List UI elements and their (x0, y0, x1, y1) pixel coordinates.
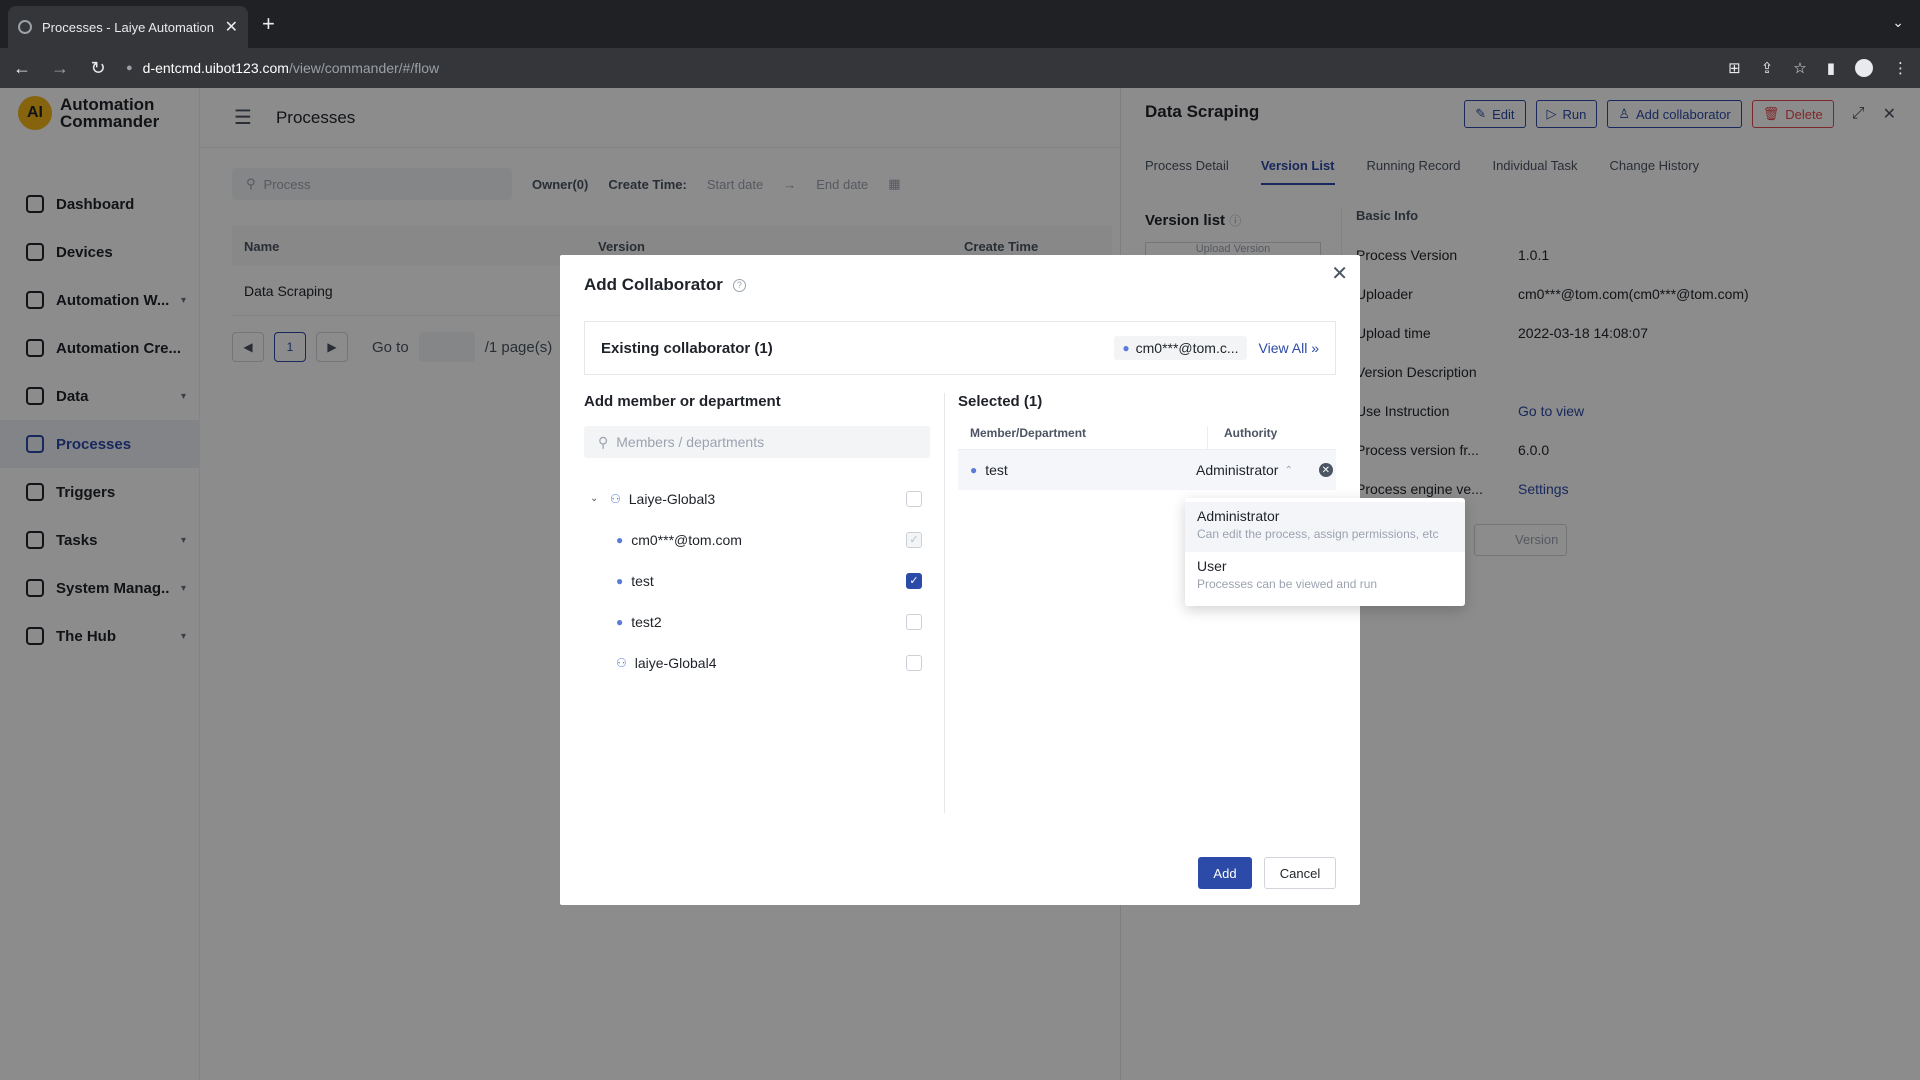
user-icon: ● (970, 463, 978, 477)
authority-select[interactable]: Administrator ⌃ ✕ (1196, 462, 1336, 478)
lock-icon: ● (126, 62, 133, 74)
existing-collaborator-label: Existing collaborator (1) (601, 339, 773, 357)
translate-icon[interactable]: ⊞ (1728, 59, 1741, 77)
remove-selected-icon[interactable]: ✕ (1318, 463, 1333, 477)
column-authority: Authority (1224, 426, 1278, 440)
cancel-button[interactable]: Cancel (1264, 857, 1336, 889)
view-all-link[interactable]: View All » (1259, 340, 1319, 356)
tree-node-label: test (631, 572, 654, 589)
tree-node-label: cm0***@tom.com (631, 531, 742, 548)
url-host: d-entcmd.uibot123.com (142, 60, 289, 76)
chevron-down-icon[interactable]: ⌄ (590, 493, 602, 504)
selected-pane: Selected (1) Member/Department Authority… (958, 393, 1336, 490)
member-search-placeholder: Members / departments (616, 434, 765, 450)
authority-option-user[interactable]: User Processes can be viewed and run (1185, 552, 1465, 602)
option-title: Administrator (1197, 508, 1280, 524)
add-member-title: Add member or department (584, 393, 781, 410)
column-member-department: Member/Department (958, 426, 1208, 449)
search-icon: ⚲ (598, 433, 609, 450)
checkbox[interactable] (906, 490, 922, 507)
tab-favicon-icon (18, 20, 32, 34)
user-icon: ● (616, 614, 624, 629)
browser-tabbar: Processes - Laiye Automation C ✕ + ⌄ (0, 0, 1920, 48)
checkbox[interactable]: ✓ (906, 572, 922, 589)
modal-title: Add Collaborator ? (584, 275, 746, 295)
tree-node[interactable]: ● test2 (584, 601, 930, 642)
add-button[interactable]: Add (1198, 857, 1252, 889)
user-icon: ● (616, 532, 624, 547)
authority-dropdown: Administrator Can edit the process, assi… (1185, 498, 1465, 606)
url-field[interactable]: ● d-entcmd.uibot123.com/view/commander/#… (126, 53, 1710, 83)
share-icon[interactable]: ⇪ (1761, 59, 1774, 77)
bookmark-star-icon[interactable]: ☆ (1793, 59, 1806, 77)
option-description: Processes can be viewed and run (1197, 577, 1378, 591)
tab-close-icon[interactable]: ✕ (225, 17, 238, 37)
url-path: /view/commander/#/flow (288, 60, 440, 76)
tree-node-label: laiye-Global4 (634, 654, 717, 671)
reload-icon[interactable]: ↻ (88, 58, 108, 79)
new-tab-icon[interactable]: + (262, 12, 275, 36)
question-icon[interactable]: ? (732, 278, 746, 292)
user-icon: ● (616, 573, 624, 588)
modal-title-text: Add Collaborator (584, 275, 723, 294)
selected-title: Selected (1) (958, 393, 1043, 410)
browser-tab[interactable]: Processes - Laiye Automation C ✕ (8, 6, 248, 48)
existing-collaborator-chip: ● cm0***@tom.c... (1114, 336, 1247, 360)
side-panel-icon[interactable]: ▮ (1827, 59, 1835, 77)
member-tree: ⌄ ⚇ Laiye-Global3 ● cm0***@tom.com ✓ ● test ✓ ● te… (584, 478, 930, 683)
authority-option-administrator[interactable]: Administrator Can edit the process, assi… (1185, 502, 1465, 552)
department-icon: ⚇ (616, 655, 627, 670)
chevron-up-icon: ⌃ (1284, 464, 1293, 476)
checkbox[interactable] (906, 613, 922, 630)
close-icon[interactable]: ✕ (1331, 261, 1348, 286)
tree-node[interactable]: ● cm0***@tom.com ✓ (584, 519, 930, 560)
tree-node-label: Laiye-Global3 (628, 490, 716, 507)
profile-avatar[interactable] (1855, 59, 1873, 77)
add-member-pane: Add member or department ⚲ Members / dep… (584, 393, 930, 813)
pane-divider (944, 393, 945, 813)
forward-icon[interactable]: → (50, 58, 70, 79)
tab-search-chevron-icon[interactable]: ⌄ (1892, 14, 1904, 31)
view-all-label: View All (1258, 340, 1308, 356)
address-bar: ← → ↻ ● d-entcmd.uibot123.com/view/comma… (0, 48, 1920, 88)
option-title: User (1197, 558, 1227, 574)
modal-footer: Add Cancel (1198, 857, 1336, 889)
member-search-input[interactable]: ⚲ Members / departments (584, 426, 930, 458)
department-icon: ⚇ (610, 491, 621, 506)
checkbox[interactable] (906, 654, 922, 671)
tree-node[interactable]: ⌄ ⚇ Laiye-Global3 (584, 478, 930, 519)
existing-chip-label: cm0***@tom.c... (1135, 340, 1239, 356)
tab-title: Processes - Laiye Automation C (42, 19, 215, 35)
tree-node[interactable]: ● test ✓ (584, 560, 930, 601)
option-description: Can edit the process, assign permissions… (1197, 527, 1439, 541)
existing-collaborator-box: Existing collaborator (1) ● cm0***@tom.c… (584, 321, 1336, 375)
browser-menu-icon[interactable]: ⋮ (1893, 59, 1908, 77)
checkbox: ✓ (906, 531, 922, 548)
back-icon[interactable]: ← (12, 58, 32, 79)
tree-node-label: test2 (631, 613, 662, 630)
selected-table-header: Member/Department Authority (958, 426, 1336, 450)
user-icon: ● (1122, 341, 1130, 355)
selected-name: test (985, 462, 1008, 478)
tree-node[interactable]: ⚇ laiye-Global4 (584, 642, 930, 683)
authority-value: Administrator (1196, 462, 1279, 478)
selected-row: ● test Administrator ⌃ ✕ (958, 450, 1336, 490)
